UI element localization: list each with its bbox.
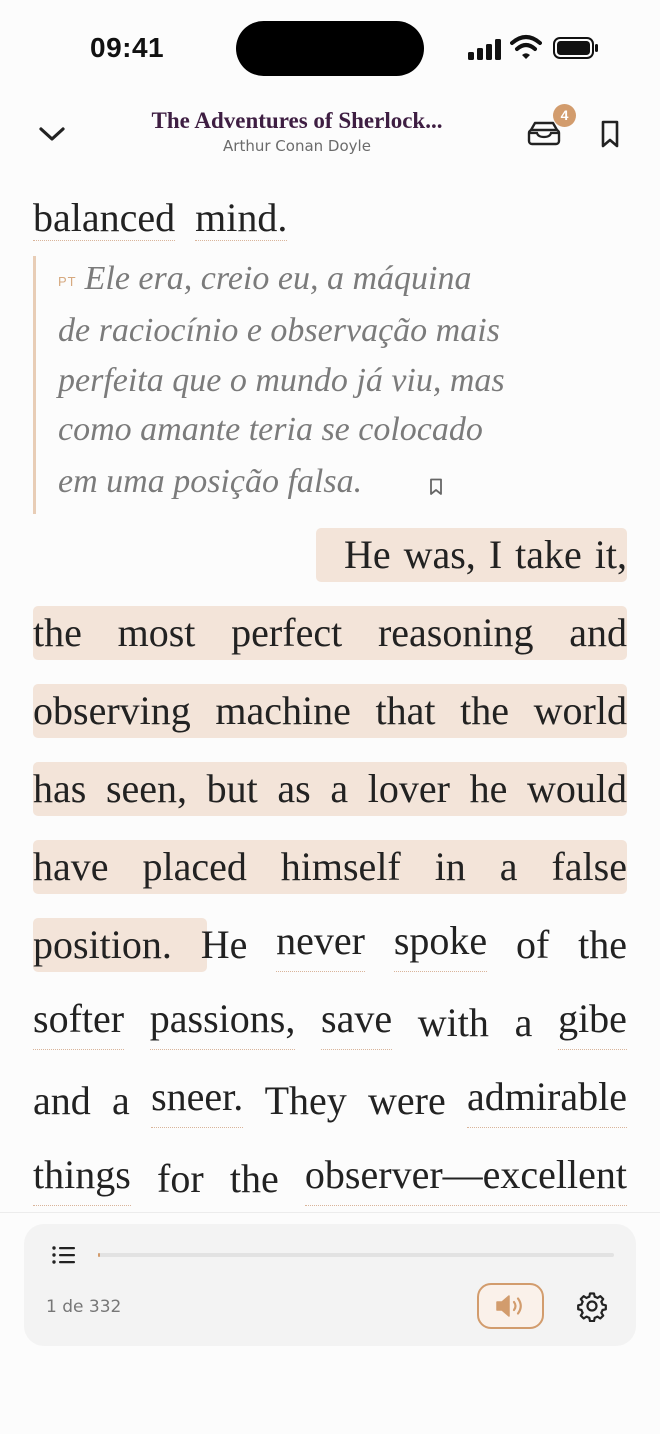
page-counter: 1 de 332 (46, 1297, 122, 1317)
word[interactable]: and (33, 1074, 91, 1128)
collapse-button[interactable] (32, 114, 72, 154)
word[interactable]: has (33, 762, 86, 816)
word[interactable]: the (460, 684, 509, 738)
word[interactable]: softer (33, 996, 125, 1050)
word[interactable]: a (330, 762, 348, 816)
word[interactable]: never (276, 918, 365, 972)
word[interactable]: of (516, 918, 549, 972)
text-line: things for the observer—excellent (33, 1152, 627, 1206)
word[interactable]: with (418, 996, 489, 1050)
book-author: Arthur Conan Doyle (223, 137, 371, 155)
word[interactable]: and (569, 606, 627, 660)
word[interactable]: sneer. (151, 1074, 244, 1128)
word[interactable]: spoke (393, 918, 488, 972)
dynamic-island (236, 21, 424, 76)
status-time: 09:41 (90, 32, 165, 63)
word[interactable]: observing (33, 684, 191, 738)
reading-progress-bar[interactable] (98, 1253, 614, 1257)
word[interactable]: the (33, 606, 82, 660)
word[interactable]: false (551, 840, 627, 894)
translation-text: Ele era, creio eu, a máquina (84, 260, 472, 297)
translation-line: em uma posição falsa. (58, 463, 363, 500)
translation-line: PT Ele era, creio eu, a máquina (58, 260, 471, 298)
previous-paragraph-tail: balanced mind. (33, 194, 288, 241)
word[interactable]: lover (368, 762, 450, 816)
word[interactable]: for (157, 1152, 204, 1206)
reading-area: balanced mind. PT Ele era, creio eu, a má… (0, 180, 660, 1210)
text-line: the most perfect reasoning and (33, 606, 627, 660)
text-line: position. He never spoke of the (33, 918, 627, 972)
translation-line: de raciocínio e observação mais (58, 312, 500, 349)
word[interactable]: balanced (33, 195, 176, 241)
word[interactable]: machine (215, 684, 351, 738)
word[interactable]: world (534, 684, 627, 738)
language-tag: PT (58, 273, 77, 289)
word[interactable]: have (33, 840, 109, 894)
word[interactable]: He (344, 528, 391, 582)
word[interactable]: save (321, 996, 393, 1050)
reader-toolbar: 1 de 332 (24, 1224, 636, 1346)
text-line: has seen, but as a lover he would (33, 762, 627, 816)
word[interactable]: that (376, 684, 436, 738)
bookmark-icon[interactable] (429, 478, 443, 496)
word[interactable]: as (277, 762, 310, 816)
word[interactable]: take (515, 528, 582, 582)
word[interactable]: reasoning (378, 606, 534, 660)
word[interactable]: were (368, 1074, 446, 1128)
chevron-down-icon (39, 127, 65, 141)
word[interactable]: placed (142, 840, 246, 894)
listen-button[interactable] (477, 1283, 544, 1329)
word[interactable]: gibe (558, 996, 627, 1050)
word[interactable]: most (118, 606, 196, 660)
book-title: The Adventures of Sherlock... (151, 108, 443, 133)
translation-line: como amante teria se colocado (58, 411, 483, 448)
inbox-badge: 4 (553, 104, 576, 127)
text-line: He was, I take it, (33, 528, 627, 582)
word[interactable]: I (489, 528, 502, 582)
text-line: softer passions, save with a gibe (33, 996, 627, 1050)
word[interactable]: He (201, 918, 248, 972)
word[interactable]: was, (404, 528, 476, 582)
text-line: observing machine that the world (33, 684, 627, 738)
word[interactable]: passions, (149, 996, 296, 1050)
word[interactable]: the (578, 918, 627, 972)
word[interactable]: mind. (195, 195, 288, 241)
word[interactable]: in (435, 840, 466, 894)
list-icon[interactable] (50, 1242, 78, 1268)
divider (0, 1212, 660, 1213)
word[interactable]: position. (33, 918, 172, 972)
word[interactable]: himself (281, 840, 401, 894)
status-bar: 09:41 (0, 0, 660, 96)
word[interactable]: he (470, 762, 508, 816)
word[interactable]: it, (595, 528, 627, 582)
word[interactable]: observer—excellent (304, 1152, 627, 1206)
battery-icon (553, 37, 598, 59)
translation-block: PT Ele era, creio eu, a máquina de racioc… (33, 256, 627, 514)
word[interactable]: a (515, 996, 533, 1050)
wifi-icon (510, 35, 542, 59)
word[interactable]: seen, (106, 762, 187, 816)
cellular-signal-icon (468, 38, 502, 60)
gear-icon[interactable] (576, 1290, 608, 1322)
speaker-icon (495, 1295, 522, 1317)
word[interactable]: perfect (231, 606, 342, 660)
word[interactable]: would (527, 762, 627, 816)
word[interactable]: They (265, 1074, 347, 1128)
translation-line: perfeita que o mundo já viu, mas (58, 362, 505, 399)
word[interactable]: but (207, 762, 258, 816)
text-line: have placed himself in a false (33, 840, 627, 894)
word[interactable]: things (33, 1152, 131, 1206)
progress-fill (98, 1253, 100, 1257)
word[interactable]: admirable (467, 1074, 627, 1128)
text-line: and a sneer. They were admirable (33, 1074, 627, 1128)
word[interactable]: a (500, 840, 518, 894)
word[interactable]: a (112, 1074, 130, 1128)
bookmark-icon[interactable] (594, 116, 626, 152)
word[interactable]: the (230, 1152, 279, 1206)
